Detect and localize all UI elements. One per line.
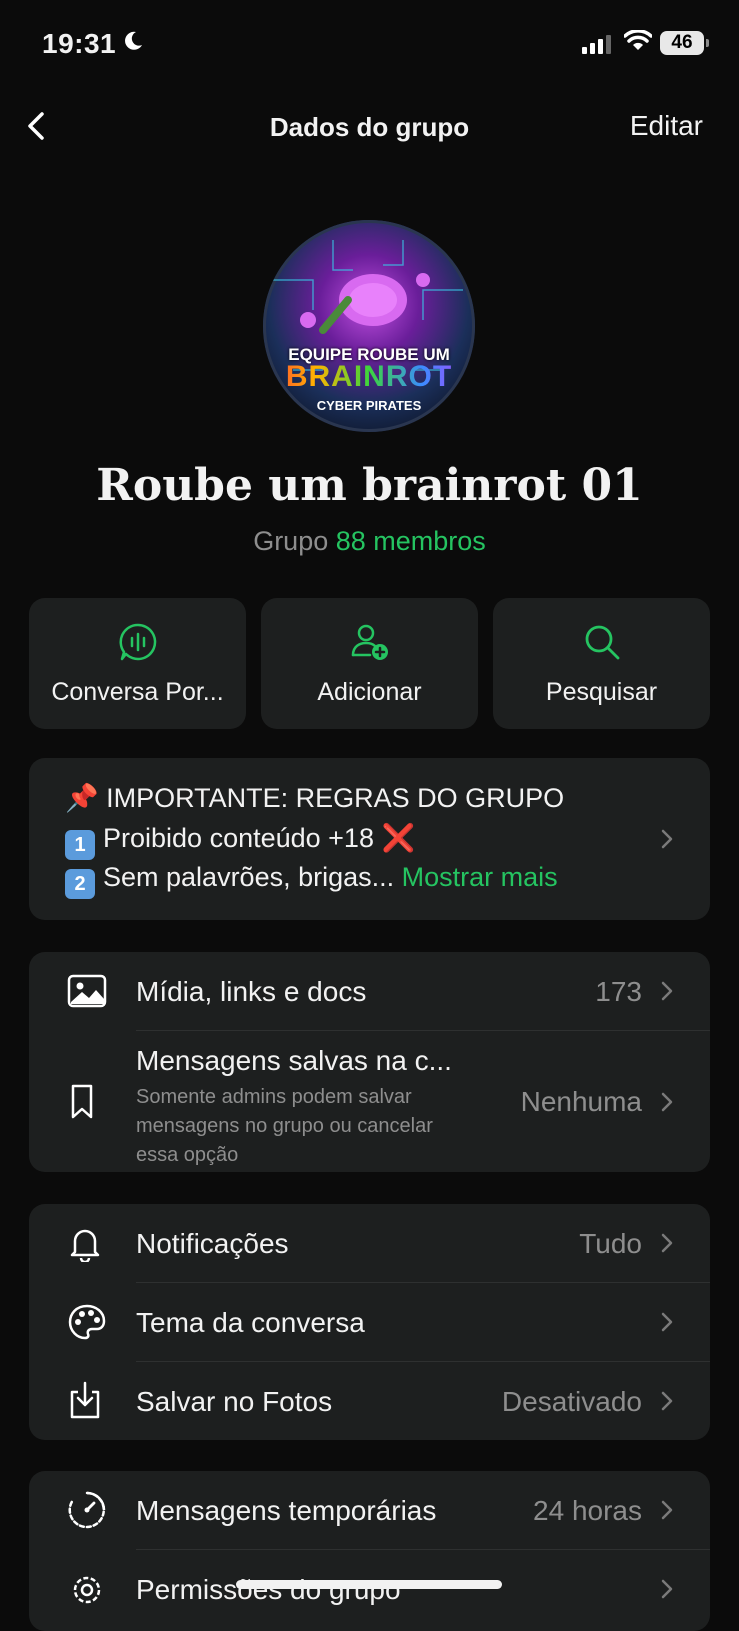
voice-chat-label: Conversa Por... (51, 678, 224, 706)
group-avatar[interactable]: EQUIPE ROUBE UM BRAINROT CYBER PIRATES (263, 220, 475, 432)
save-to-photos-label: Salvar no Fotos (136, 1386, 333, 1417)
search-button[interactable]: Pesquisar (493, 598, 710, 729)
edit-button[interactable]: Editar (630, 110, 703, 142)
number-two-icon: 2 (65, 869, 95, 899)
page-title: Dados do grupo (269, 112, 470, 142)
wifi-icon (624, 30, 652, 50)
moon-icon (125, 31, 142, 50)
description-line-2: 1 Proibido conteúdo +18 ❌ (65, 822, 415, 860)
disappearing-messages-row[interactable]: Mensagens temporárias 24 horas (29, 1471, 710, 1549)
chevron-right-icon (661, 829, 673, 849)
chevron-right-icon (661, 1092, 673, 1112)
chevron-right-icon (661, 1233, 673, 1253)
group-permissions-label: Permissões do grupo (136, 1574, 401, 1605)
voice-chat-button[interactable]: Conversa Por... (29, 598, 246, 729)
saved-messages-value: Nenhuma (520, 1086, 642, 1117)
voice-chat-icon (119, 623, 156, 661)
saved-messages-description: Somente admins podem salvar mensagens no… (136, 1086, 433, 1166)
number-one-icon: 1 (65, 830, 95, 860)
show-more-link[interactable]: Mostrar mais (402, 862, 558, 892)
chevron-right-icon (661, 1500, 673, 1520)
notifications-row[interactable]: Notificações Tudo (29, 1204, 710, 1282)
save-to-photos-row[interactable]: Salvar no Fotos Desativado (29, 1362, 710, 1440)
notifications-value: Tudo (579, 1228, 642, 1259)
status-time: 19:31 (42, 28, 117, 59)
privacy-section: Mensagens temporárias 24 horas Permissõe… (29, 1471, 710, 1631)
group-name: Roube um brainrot 01 (96, 460, 643, 511)
description-line-3-text: Sem palavrões, brigas... (103, 862, 395, 892)
search-label: Pesquisar (545, 678, 658, 706)
palette-icon (68, 1304, 106, 1340)
chevron-right-icon (661, 1391, 673, 1411)
disappearing-messages-value: 24 horas (533, 1495, 642, 1526)
group-permissions-row[interactable]: Permissões do grupo (29, 1550, 710, 1628)
media-count: 173 (595, 976, 642, 1007)
members-link[interactable]: 88 membros (336, 526, 486, 556)
avatar-text-bottom: CYBER PIRATES (316, 398, 422, 413)
media-links-docs-label: Mídia, links e docs (136, 976, 367, 1007)
chevron-right-icon (661, 1579, 673, 1599)
signal-icon (582, 35, 611, 54)
gear-icon (73, 1576, 101, 1604)
bookmark-icon (71, 1084, 93, 1119)
status-bar: 19:31 46 (0, 0, 739, 90)
description-line-1: 📌 IMPORTANTE: REGRAS DO GRUPO (65, 783, 565, 813)
saved-messages-row[interactable]: Mensagens salvas na c... Somente admins … (29, 1031, 710, 1172)
search-icon (585, 625, 619, 660)
navigation-bar: Dados do grupo Editar (0, 100, 739, 152)
disappearing-messages-label: Mensagens temporárias (136, 1495, 437, 1526)
chat-theme-row[interactable]: Tema da conversa (29, 1283, 710, 1361)
timer-icon (68, 1491, 106, 1529)
saved-messages-label: Mensagens salvas na c... (136, 1045, 452, 1076)
settings-section: Notificações Tudo Tema da conversa Salva… (29, 1204, 710, 1440)
image-icon (67, 974, 107, 1008)
media-section: Mídia, links e docs 173 Mensagens salvas… (29, 952, 710, 1172)
chevron-right-icon (661, 981, 673, 1001)
avatar-text-main: BRAINROT (263, 360, 475, 394)
notifications-label: Notificações (136, 1228, 289, 1259)
download-to-photos-icon (70, 1381, 100, 1419)
home-indicator[interactable] (236, 1580, 502, 1589)
add-member-label: Adicionar (317, 678, 422, 706)
group-subtitle: Grupo 88 membros (0, 526, 739, 557)
chevron-right-icon (661, 1312, 673, 1332)
description-line-3: 2 Sem palavrões, brigas... Mostrar mais (65, 862, 558, 899)
add-member-button[interactable]: Adicionar (261, 598, 478, 729)
save-to-photos-value: Desativado (501, 1386, 642, 1417)
description-line-2-text: Proibido conteúdo +18 ❌ (103, 823, 416, 853)
battery-level: 46 (660, 31, 704, 55)
media-links-docs-row[interactable]: Mídia, links e docs 173 (29, 952, 710, 1030)
bell-icon (70, 1229, 100, 1262)
group-type: Grupo (253, 526, 329, 556)
group-description[interactable]: 📌 IMPORTANTE: REGRAS DO GRUPO 1 Proibido … (29, 758, 710, 920)
add-person-icon (351, 624, 388, 660)
battery-nub (706, 39, 709, 47)
chat-theme-label: Tema da conversa (136, 1307, 365, 1338)
